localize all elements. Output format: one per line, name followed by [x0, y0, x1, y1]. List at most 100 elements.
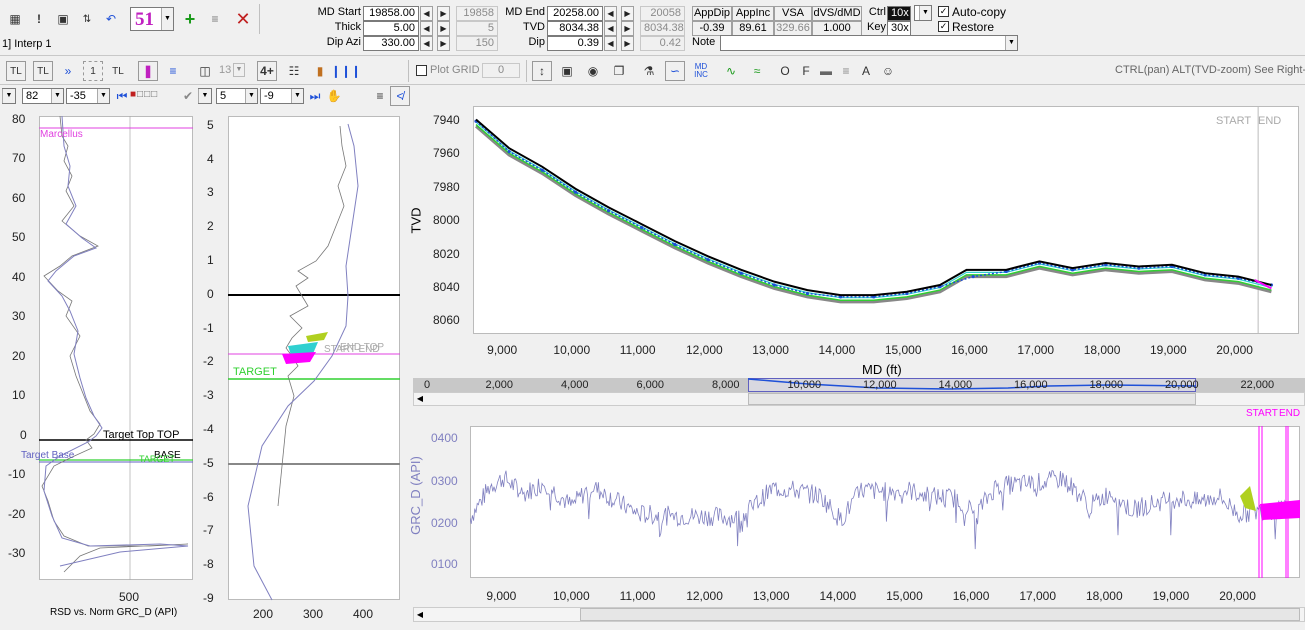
chevron-down-icon[interactable]: ▼	[291, 89, 303, 103]
lines-icon[interactable]: ≡	[836, 61, 856, 81]
track-list-icon[interactable]: ≡	[163, 61, 183, 81]
alert-icon[interactable]: !	[29, 9, 49, 29]
curve-icon[interactable]: ∽	[665, 61, 685, 81]
chevron-down-icon[interactable]: ▼	[919, 6, 931, 20]
menu-lines-icon[interactable]: ≡	[370, 86, 390, 106]
tvd-chart-svg[interactable]	[473, 106, 1299, 334]
scale-icon[interactable]: ⚗	[639, 61, 659, 81]
chevron-down-icon[interactable]: ▼	[161, 8, 173, 30]
add-icon[interactable]: +	[180, 9, 200, 29]
overview-tick: 4,000	[561, 379, 589, 391]
trend-dashed-icon[interactable]: ≈	[747, 61, 767, 81]
arrow-left-icon[interactable]: ◀	[420, 36, 433, 51]
chevron-down-icon[interactable]: ▼	[1005, 36, 1017, 50]
close-icon[interactable]: ✕	[233, 9, 253, 29]
overview-scroll-thumb[interactable]	[748, 393, 1196, 405]
plot-grid-checkbox[interactable]	[416, 65, 427, 76]
chevron-down-icon[interactable]: ▼	[245, 89, 257, 103]
arrow-right-icon[interactable]: ▶	[437, 36, 450, 51]
arrow-right-icon[interactable]: ▶	[621, 21, 634, 36]
trend-green-icon[interactable]: ∿	[721, 61, 741, 81]
key-field[interactable]: 30x	[887, 21, 911, 36]
mid-ytick: -8	[203, 557, 214, 571]
arrow-right-icon[interactable]: ▶	[437, 6, 450, 21]
tvd-start-label: START	[1216, 115, 1252, 127]
tvd-field[interactable]: 8034.38	[547, 21, 603, 36]
arrow-left-icon[interactable]: ◀	[420, 6, 433, 21]
chevron-down-icon[interactable]: ▼	[97, 89, 109, 103]
check-icon[interactable]: ✔	[178, 86, 198, 106]
bottom-scroll-left[interactable]: ◀	[413, 607, 427, 622]
arrow-right-icon[interactable]: ▶	[621, 36, 634, 51]
o-button[interactable]: O	[775, 61, 795, 81]
arrow-left-icon[interactable]: ◀	[604, 36, 617, 51]
smiley-icon[interactable]: ☺	[878, 61, 898, 81]
chevron-down-icon[interactable]: ▼	[198, 89, 211, 103]
lock-icon[interactable]: ▣	[557, 61, 577, 81]
overview-scroll-left[interactable]: ◀	[413, 392, 427, 406]
arrow-left-icon[interactable]: ◀	[604, 21, 617, 36]
md-start-field[interactable]: 19858.00	[363, 6, 419, 21]
thick-field[interactable]: 5.00	[363, 21, 419, 36]
tl-step-button[interactable]: TL	[108, 61, 128, 81]
mid-track-svg[interactable]	[228, 106, 400, 606]
hand-icon[interactable]: ✋	[324, 86, 344, 106]
target-small-label: TARGET	[139, 454, 175, 464]
sort-icon[interactable]: ⇅	[77, 9, 97, 29]
tracks-icon[interactable]: ❙❙❙	[331, 61, 361, 81]
num13-dropdown[interactable]: ▼	[233, 63, 245, 77]
tvd-xtick: 11,000	[619, 343, 656, 357]
layout-icon[interactable]: ◫	[195, 61, 215, 81]
double-arrow-icon[interactable]: »	[58, 61, 78, 81]
crossplot-icon[interactable]: ☷	[284, 61, 304, 81]
left-track-svg[interactable]	[0, 106, 215, 626]
select-82[interactable]: ▼	[2, 88, 16, 104]
fit-icon[interactable]: ↕	[532, 61, 552, 81]
step-first-icon[interactable]: ⏮	[112, 86, 132, 106]
arrow-left-icon[interactable]: ◀	[420, 21, 433, 36]
chevron-down-icon[interactable]: ▼	[51, 89, 63, 103]
step-next-icon[interactable]: ⏭	[305, 86, 325, 106]
select-right-depth[interactable]: -9 ▼	[260, 88, 304, 104]
ctrl-dropdown[interactable]: ▼	[914, 5, 932, 21]
track-bar-icon[interactable]: ❚	[138, 61, 158, 81]
dip-azi-field[interactable]: 330.00	[363, 36, 419, 51]
arrow-right-icon[interactable]: ▶	[437, 21, 450, 36]
gr-chart-svg[interactable]	[470, 426, 1300, 578]
fill-icon[interactable]: ▬	[816, 61, 836, 81]
autocopy-checkbox[interactable]: ✓	[938, 6, 949, 17]
plot-grid-field[interactable]: 0	[482, 63, 520, 78]
arrow-right-icon[interactable]: ▶	[621, 6, 634, 21]
bottom-scroll-thumb[interactable]	[580, 608, 1300, 621]
tl-button[interactable]: TL	[6, 61, 26, 81]
ctrl-label: Ctrl	[868, 6, 886, 18]
md-inc-button[interactable]: MD INC	[691, 61, 711, 81]
select-check[interactable]: ▼	[198, 88, 212, 104]
camera-icon[interactable]: ▣	[53, 9, 73, 29]
chevron-down-icon[interactable]: ▼	[2, 89, 15, 103]
undo-icon[interactable]: ↶	[101, 9, 121, 29]
select-top[interactable]: 82 ▼	[22, 88, 64, 104]
f-button[interactable]: F	[796, 61, 816, 81]
red-box-icon[interactable]: ■	[130, 89, 137, 100]
counter-spinner[interactable]: 51 ▼	[130, 7, 174, 31]
one-button[interactable]: 1	[83, 61, 103, 81]
tl-curve-button[interactable]: TL	[33, 61, 53, 81]
note-dropdown[interactable]: ▼	[720, 35, 1018, 51]
color-bars-icon[interactable]: ▮	[310, 61, 330, 81]
select-bottom[interactable]: -35 ▼	[66, 88, 110, 104]
copy-icon[interactable]: ❐	[609, 61, 629, 81]
thick-ref: 5	[456, 21, 498, 36]
properties-icon[interactable]: ▦	[5, 9, 25, 29]
four-plus-button[interactable]: 4+	[257, 61, 277, 81]
settings-list-icon[interactable]: ≡	[205, 9, 225, 29]
select-left-depth[interactable]: 5 ▼	[216, 88, 258, 104]
a-button[interactable]: A	[856, 61, 876, 81]
ctrl-field[interactable]: 10x	[887, 6, 911, 21]
dip-field[interactable]: 0.39	[547, 36, 603, 51]
arrow-left-icon[interactable]: ◀	[604, 6, 617, 21]
binoculars-icon[interactable]: ◉	[583, 61, 603, 81]
restore-checkbox[interactable]: ✓	[938, 21, 949, 32]
md-end-field[interactable]: 20258.00	[547, 6, 603, 21]
scale-tool-icon[interactable]: ≮	[390, 86, 410, 106]
